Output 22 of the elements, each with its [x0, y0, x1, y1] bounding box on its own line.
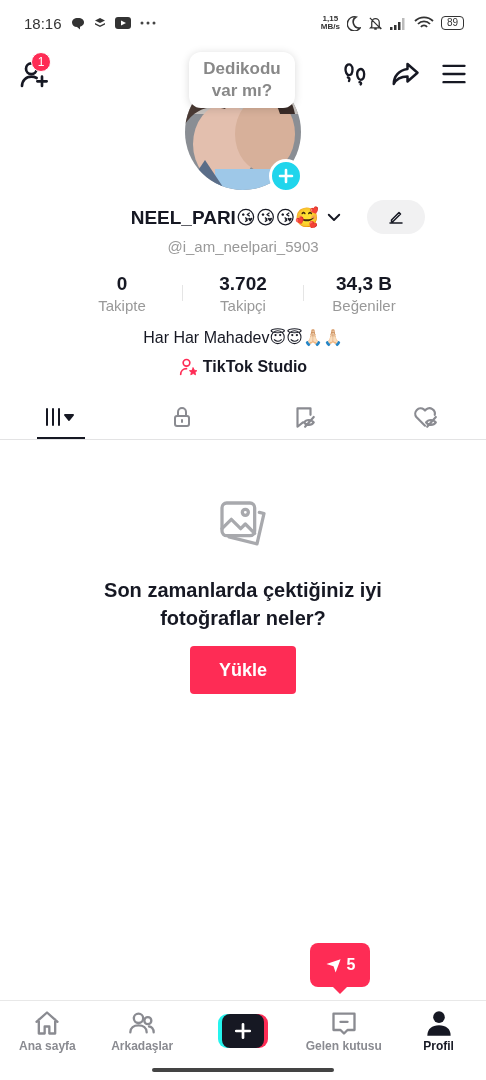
stat-label: Takipçi	[220, 297, 266, 314]
studio-link[interactable]: TikTok Studio	[178, 357, 308, 377]
username: @i_am_neelpari_5903	[167, 238, 319, 255]
toast-count: 5	[346, 956, 356, 974]
notification-badge: 1	[31, 52, 51, 72]
tooltip: Dedikodu var mı?	[189, 52, 295, 108]
nav-item[interactable]: Gelen kutusu	[296, 1008, 392, 1053]
stat-value: 34,3 B	[336, 273, 392, 295]
stat-value: 3.702	[219, 273, 267, 295]
empty-message: Son zamanlarda çektiğiniz iyi fotoğraflar neler?	[103, 578, 383, 631]
stat-value: 0	[116, 273, 128, 295]
upload-button[interactable]: Yükle	[190, 646, 296, 694]
status-time: 18:16	[24, 14, 62, 32]
stat-label: Takipte	[98, 297, 146, 314]
nav-item[interactable]: Profil	[391, 1008, 486, 1053]
nav-item[interactable]: Arkadaşlar	[94, 1008, 190, 1053]
bio: Har Har Mahadev😇😇🙏🏻🙏🏻	[143, 328, 343, 347]
battery-level: 89	[440, 16, 464, 30]
stat-label: Beğeniler	[332, 297, 396, 314]
profile-name: NEEL_PARI😘😘😘🥰	[130, 205, 320, 229]
nav-item[interactable]: Ana sayfa	[0, 1008, 95, 1053]
network-speed: 1,15 MB/s	[320, 15, 340, 31]
